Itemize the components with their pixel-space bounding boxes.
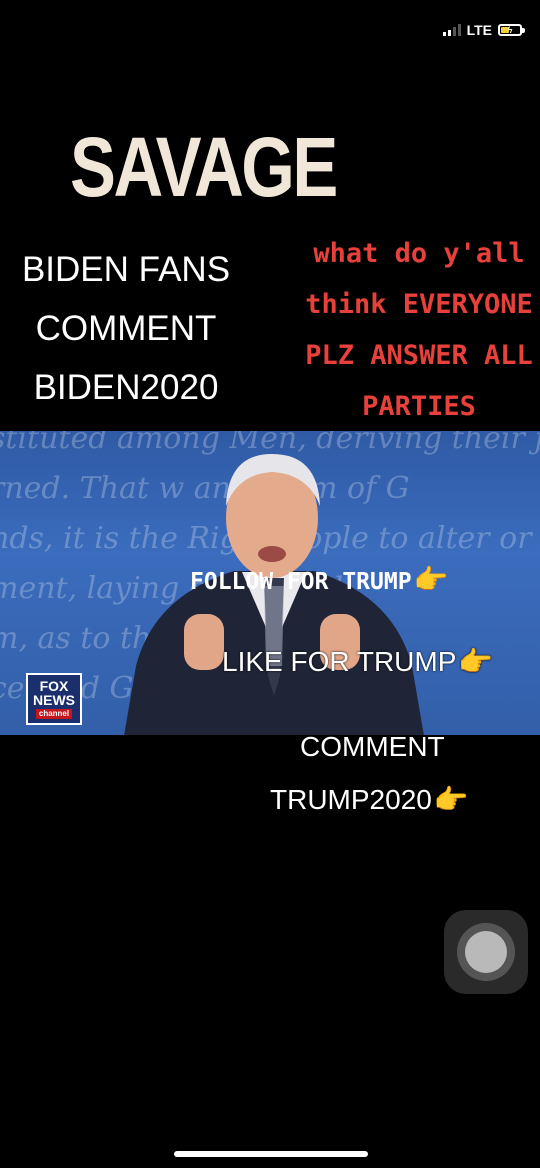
left-line-3: BIDEN2020 (33, 368, 219, 407)
question-caption: what do y'all think EVERYONE PLZ ANSWER … (262, 228, 540, 432)
logo-line-2: NEWS (33, 692, 75, 708)
logo-line-3: channel (35, 709, 73, 719)
assistive-touch-ring (457, 923, 515, 981)
fox-news-logo: FOX NEWS channel (26, 673, 82, 725)
battery-icon: ϟ (498, 24, 525, 36)
follow-overlay: FOLLOW FOR TRUMP👉 (190, 563, 448, 596)
left-line-2: COMMENT (35, 309, 217, 348)
biden-fans-caption: BIDEN FANS COMMENT BIDEN2020 (0, 240, 252, 417)
comment-text: COMMENT (300, 731, 445, 762)
right-line-4: PARTIES (362, 391, 476, 422)
assistive-touch-button[interactable] (444, 910, 528, 994)
status-bar: LTE ϟ (442, 22, 525, 38)
network-label: LTE (466, 22, 492, 38)
pointing-right-icon: 👉 (413, 563, 449, 596)
comment-overlay-line-1: COMMENT (300, 731, 445, 763)
screen: LTE ϟ SAVAGE BIDEN FANS COMMENT BIDEN202… (0, 0, 540, 1168)
logo-line-1: FOX (39, 678, 69, 694)
savage-title: SAVAGE (70, 120, 338, 214)
assistive-touch-icon (465, 931, 507, 973)
comment-overlay-line-2: TRUMP2020👉 (270, 783, 469, 816)
left-line-1: BIDEN FANS (21, 250, 231, 289)
pointing-right-icon: 👉 (458, 646, 494, 677)
right-line-2: think EVERYONE (305, 289, 533, 320)
signal-icon (442, 24, 461, 36)
pointing-right-icon: 👉 (433, 784, 469, 815)
right-line-1: what do y'all (313, 238, 525, 269)
follow-text: FOLLOW FOR TRUMP (190, 569, 412, 595)
right-line-3: PLZ ANSWER ALL (305, 340, 533, 371)
like-text: LIKE FOR TRUMP (222, 646, 457, 677)
home-indicator[interactable] (174, 1151, 368, 1157)
trump2020-text: TRUMP2020 (270, 784, 432, 815)
like-overlay: LIKE FOR TRUMP👉 (222, 645, 493, 678)
